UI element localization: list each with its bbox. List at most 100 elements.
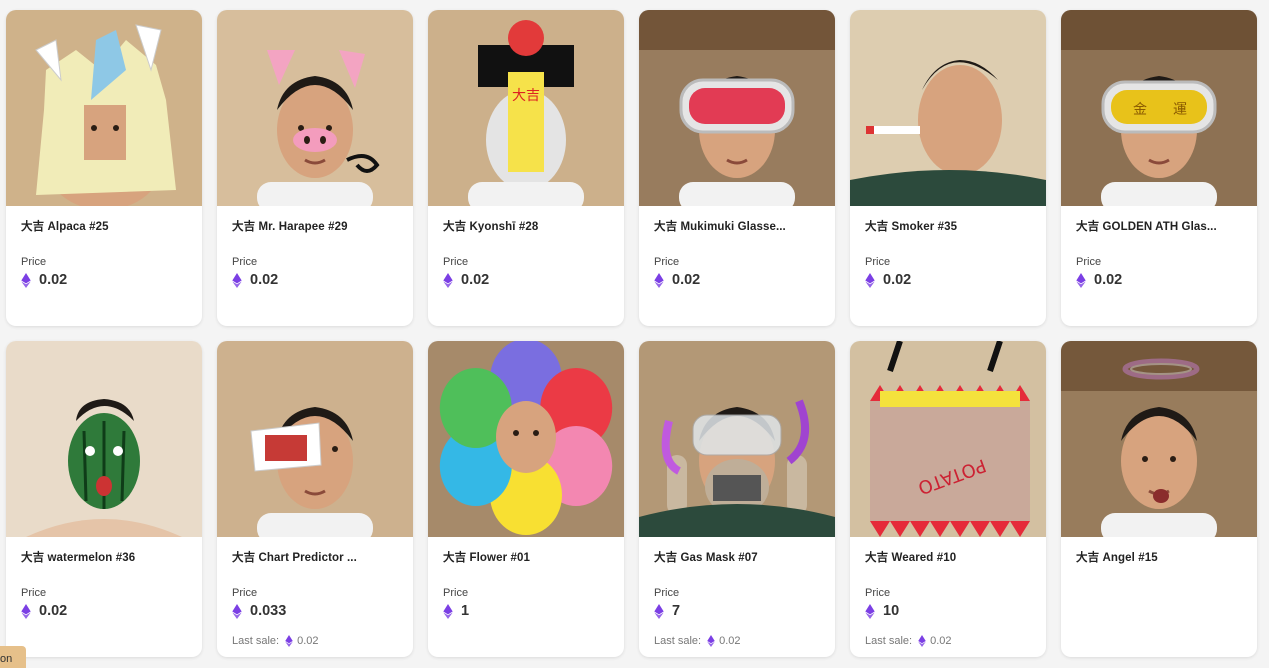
price-value: 0.02 — [39, 603, 68, 619]
nft-card[interactable]: 大吉 Angel #15Price — [1061, 341, 1257, 657]
price-value: 10 — [883, 603, 900, 619]
nft-thumbnail[interactable] — [639, 10, 835, 206]
eth-icon — [232, 603, 242, 619]
price-row: 7 — [654, 603, 819, 619]
eth-icon — [918, 635, 926, 647]
svg-text:運: 運 — [1173, 102, 1187, 118]
nft-thumbnail[interactable] — [1061, 341, 1257, 537]
price-value: 0.02 — [672, 272, 701, 288]
eth-icon — [443, 603, 453, 619]
eth-icon — [232, 272, 242, 288]
eth-icon — [21, 272, 31, 288]
eth-icon — [865, 603, 875, 619]
last-sale-value: 0.02 — [719, 635, 741, 647]
nft-card[interactable]: 大吉 Gas Mask #07 Price 7 Last sale: 0.02 — [639, 341, 835, 657]
nft-thumbnail[interactable] — [6, 341, 202, 537]
nft-name[interactable]: 大吉 Kyonshī #28 — [443, 218, 608, 234]
nft-name[interactable]: 大吉 Flower #01 — [443, 549, 608, 565]
nft-info: 大吉 GOLDEN ATH Glas... Price 0.02 — [1061, 206, 1257, 288]
svg-text:金: 金 — [1133, 102, 1147, 118]
nft-card[interactable]: 金運大吉 GOLDEN ATH Glas... Price 0.02 — [1061, 10, 1257, 326]
price-label: Price — [654, 587, 680, 599]
nft-info: 大吉 Chart Predictor ... Price 0.033 Last sal… — [217, 537, 413, 647]
last-sale-label: Last sale: — [654, 635, 702, 647]
nft-card[interactable]: 大吉 Alpaca #25 Price 0.02 — [6, 10, 202, 326]
price-label: Price — [1076, 256, 1102, 268]
nft-card[interactable]: POTATO 大吉 Weared #10 Price 10 Last sale: 0.02 — [850, 341, 1046, 657]
price-label: Price — [443, 256, 469, 268]
nft-name[interactable]: 大吉 Mr. Harapee #29 — [232, 218, 397, 234]
nft-card[interactable]: 大吉 Mr. Harapee #29 Price 0.02 — [217, 10, 413, 326]
nft-card[interactable]: 大吉 Mukimuki Glasse... Price 0.02 — [639, 10, 835, 326]
nft-name[interactable]: 大吉 watermelon #36 — [21, 549, 186, 565]
nft-info: 大吉 Alpaca #25 Price 0.02 — [6, 206, 202, 288]
nft-info: 大吉 Weared #10 Price 10 Last sale: 0.02 — [850, 537, 1046, 647]
nft-thumbnail[interactable] — [850, 10, 1046, 206]
eth-icon — [654, 603, 664, 619]
nft-info: 大吉 Smoker #35 Price 0.02 — [850, 206, 1046, 288]
nft-card[interactable]: 大吉大吉 Kyonshī #28 Price 0.02 — [428, 10, 624, 326]
price-value: 0.02 — [39, 272, 68, 288]
eth-icon — [654, 272, 664, 288]
last-sale: Last sale: 0.02 — [865, 635, 1030, 647]
eth-icon — [865, 272, 875, 288]
price-value: 0.02 — [1094, 272, 1123, 288]
price-row: 0.02 — [21, 603, 186, 619]
nft-info: 大吉 Mr. Harapee #29 Price 0.02 — [217, 206, 413, 288]
nft-name[interactable]: 大吉 Smoker #35 — [865, 218, 1030, 234]
price-value: 1 — [461, 603, 470, 619]
nft-name[interactable]: 大吉 Alpaca #25 — [21, 218, 186, 234]
corner-tab[interactable]: on — [0, 646, 26, 668]
price-label: Price — [21, 587, 47, 599]
nft-info: 大吉 Mukimuki Glasse... Price 0.02 — [639, 206, 835, 288]
last-sale: Last sale: 0.02 — [654, 635, 819, 647]
eth-icon — [443, 272, 453, 288]
price-value: 0.033 — [250, 603, 287, 619]
price-row: 1 — [443, 603, 608, 619]
nft-name[interactable]: 大吉 Gas Mask #07 — [654, 549, 819, 565]
nft-card[interactable]: 大吉 watermelon #36 Price 0.02 — [6, 341, 202, 657]
last-sale-value: 0.02 — [930, 635, 952, 647]
nft-card[interactable]: 大吉 Smoker #35 Price 0.02 — [850, 10, 1046, 326]
eth-icon — [1076, 272, 1086, 288]
price-row: 0.033 — [232, 603, 397, 619]
price-label: Price — [21, 256, 47, 268]
eth-icon — [285, 635, 293, 647]
nft-card[interactable]: 大吉 Flower #01 Price 1 — [428, 341, 624, 657]
nft-card[interactable]: 大吉 Chart Predictor ... Price 0.033 Last sal… — [217, 341, 413, 657]
price-value: 0.02 — [883, 272, 912, 288]
nft-info: 大吉 Gas Mask #07 Price 7 Last sale: 0.02 — [639, 537, 835, 647]
nft-thumbnail[interactable] — [217, 341, 413, 537]
price-row: 0.02 — [865, 272, 1030, 288]
nft-thumbnail[interactable] — [428, 341, 624, 537]
nft-name[interactable]: 大吉 GOLDEN ATH Glas... — [1076, 218, 1241, 234]
nft-name[interactable]: 大吉 Angel #15 — [1076, 549, 1241, 565]
nft-thumbnail[interactable]: 金運 — [1061, 10, 1257, 206]
nft-name[interactable]: 大吉 Weared #10 — [865, 549, 1030, 565]
price-row: 0.02 — [654, 272, 819, 288]
nft-info: 大吉 Kyonshī #28 Price 0.02 — [428, 206, 624, 288]
price-value: 7 — [672, 603, 681, 619]
nft-thumbnail[interactable]: POTATO — [850, 341, 1046, 537]
nft-name[interactable]: 大吉 Mukimuki Glasse... — [654, 218, 819, 234]
eth-icon — [707, 635, 715, 647]
nft-info: 大吉 watermelon #36 Price 0.02 — [6, 537, 202, 619]
nft-thumbnail[interactable]: 大吉 — [428, 10, 624, 206]
price-row: 0.02 — [443, 272, 608, 288]
nft-thumbnail[interactable] — [639, 341, 835, 537]
nft-thumbnail[interactable] — [6, 10, 202, 206]
price-value: 0.02 — [461, 272, 490, 288]
price-label: Price — [865, 587, 891, 599]
price-label: Price — [232, 256, 258, 268]
price-label: Price — [232, 587, 258, 599]
price-label: Price — [654, 256, 680, 268]
price-label: Price — [443, 587, 469, 599]
price-row: 0.02 — [1076, 272, 1241, 288]
price-row: 0.02 — [232, 272, 397, 288]
price-value: 0.02 — [250, 272, 279, 288]
nft-name[interactable]: 大吉 Chart Predictor ... — [232, 549, 397, 565]
svg-text:大吉: 大吉 — [512, 88, 540, 104]
nft-thumbnail[interactable] — [217, 10, 413, 206]
last-sale: Last sale: 0.02 — [232, 635, 397, 647]
price-label: Price — [865, 256, 891, 268]
